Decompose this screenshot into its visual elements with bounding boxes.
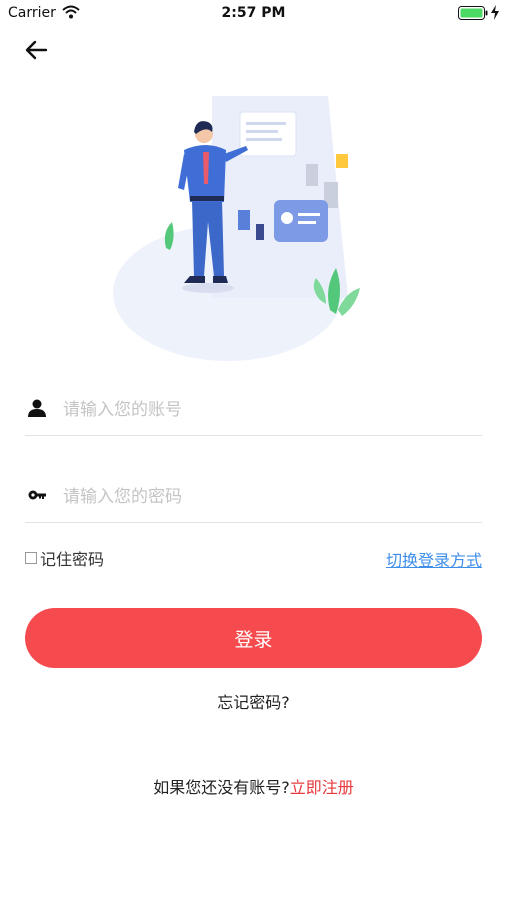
status-time: 2:57 PM [221,5,286,21]
arrow-left-icon [25,40,48,60]
login-button[interactable]: 登录 [25,608,482,668]
back-button[interactable] [20,36,54,66]
no-account-text: 如果您还没有账号? [153,778,290,797]
hero-panel-line [246,138,282,141]
hero-panel-line [246,130,278,133]
register-link[interactable]: 立即注册 [290,778,354,797]
remember-password-label: 记住密码 [40,550,105,569]
hero-blue-square [238,210,250,230]
hero-user-card-avatar [281,212,293,224]
hero-dark-square [256,224,264,240]
register-prompt: 如果您还没有账号?立即注册 [0,774,507,798]
hero-tile [306,164,318,186]
remember-password-toggle[interactable]: 记住密码 [25,547,104,569]
hero-user-card-line [298,221,316,224]
password-field [25,472,482,523]
user-icon [28,399,46,417]
hero-person-shadow [182,283,234,293]
key-icon [28,490,46,500]
battery-icon [458,6,488,20]
forgot-password-link[interactable]: 忘记密码? [217,693,290,712]
hero-yellow-tag [336,154,348,168]
hero-person-tie [203,152,209,184]
charging-bolt-icon [491,5,499,20]
account-input[interactable] [61,395,475,425]
hero-panel-line [246,122,286,125]
password-input[interactable] [61,482,475,512]
hero-user-card-line [298,213,320,216]
hero-person-belt [190,196,224,201]
account-field [25,385,482,436]
forgot-password-row: 忘记密码? [0,689,507,713]
status-bar: Carrier 2:57 PM [0,0,507,28]
login-hero-illustration [113,96,360,361]
remember-password-checkbox[interactable] [25,552,37,564]
switch-login-method-link[interactable]: 切换登录方式 [386,547,482,571]
hero-person-shoe [213,276,228,283]
hero-panel-frame [239,111,297,157]
